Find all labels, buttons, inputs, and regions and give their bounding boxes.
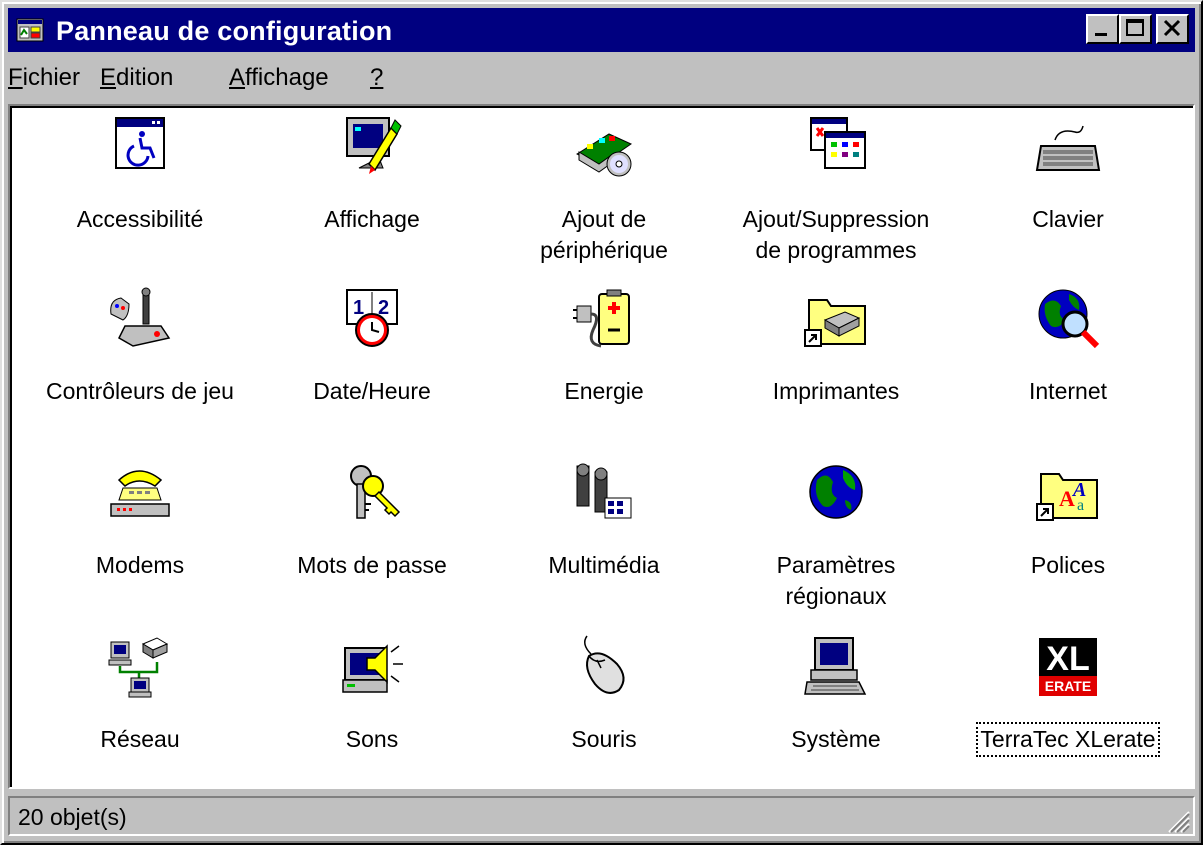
resize-grip-icon[interactable] — [1163, 806, 1191, 834]
network-icon — [108, 637, 169, 698]
item-imprimantes[interactable]: Imprimantes — [726, 286, 946, 407]
minimize-icon — [1095, 33, 1107, 36]
item-modems[interactable]: Modems — [30, 460, 250, 581]
item-sons[interactable]: Sons — [262, 634, 482, 755]
power-icon — [573, 289, 630, 348]
item-label: Souris — [571, 726, 637, 752]
xlerate-logo-bottom: ERATE — [1045, 678, 1091, 694]
display-icon — [346, 117, 402, 174]
item-ajout-suppression[interactable]: Ajout/Suppression de programmes — [726, 114, 946, 266]
xlerate-logo-top: XL — [1046, 640, 1089, 678]
item-systeme[interactable]: Système — [726, 634, 946, 755]
close-icon — [1163, 19, 1181, 37]
svg-text:a: a — [1077, 497, 1084, 514]
window-title: Panneau de configuration — [56, 16, 393, 46]
item-label: Clavier — [1032, 206, 1104, 232]
object-count: 20 objet(s) — [18, 804, 127, 830]
item-label: Affichage — [324, 206, 420, 232]
item-label: Polices — [1030, 552, 1106, 578]
item-controleurs-jeu[interactable]: Contrôleurs de jeu — [30, 286, 250, 407]
multimedia-icon — [576, 463, 632, 519]
item-label: Energie — [564, 378, 644, 404]
item-label: Ajout de périphérique — [540, 206, 668, 263]
item-label: Système — [791, 726, 881, 752]
mouse-icon — [584, 635, 625, 694]
printers-folder-icon — [804, 299, 866, 347]
item-clavier[interactable]: Clavier — [958, 114, 1178, 235]
item-affichage[interactable]: Affichage — [262, 114, 482, 235]
item-label: Réseau — [100, 726, 180, 752]
keys-icon — [350, 465, 401, 519]
icon-view[interactable]: Accessibilité Affichage Ajout de périphé… — [8, 104, 1195, 789]
item-mots-de-passe[interactable]: Mots de passe — [262, 460, 482, 581]
item-energie[interactable]: Energie — [494, 286, 714, 407]
close-button[interactable] — [1156, 14, 1189, 44]
item-accessibilite[interactable]: Accessibilité — [30, 114, 250, 235]
item-date-heure[interactable]: 1 2 Date/Heure — [262, 286, 482, 407]
svg-text:1: 1 — [353, 297, 364, 319]
item-internet[interactable]: Internet — [958, 286, 1178, 407]
status-panel: 20 objet(s) — [8, 796, 1195, 836]
keyboard-icon — [1035, 125, 1101, 171]
item-ajout-peripherique[interactable]: Ajout de périphérique — [494, 114, 714, 266]
item-terratec-xlerate[interactable]: XL ERATE TerraTec XLerate — [958, 634, 1178, 757]
item-parametres-regionaux[interactable]: Paramètres régionaux — [726, 460, 946, 612]
item-label: Sons — [345, 726, 399, 752]
maximize-icon — [1126, 19, 1144, 36]
accessibility-icon — [115, 117, 165, 169]
item-label: Accessibilité — [76, 206, 204, 232]
menu-edition[interactable]: Edition — [100, 64, 173, 92]
fonts-folder-icon: A A a — [1036, 473, 1098, 521]
item-label: Mots de passe — [297, 552, 447, 578]
item-label: Internet — [1029, 378, 1107, 404]
xlerate-icon: XL ERATE — [1039, 638, 1097, 696]
menu-help[interactable]: ? — [370, 64, 383, 92]
item-label: Imprimantes — [772, 378, 900, 404]
modem-icon — [110, 470, 170, 517]
menu-affichage[interactable]: Affichage — [229, 64, 329, 92]
menu-fichier[interactable]: Fichier — [8, 64, 80, 92]
title-bar[interactable]: Panneau de configuration — [8, 8, 1195, 52]
item-reseau[interactable]: Réseau — [30, 634, 250, 755]
add-remove-programs-icon — [810, 117, 866, 169]
date-time-icon: 1 2 — [346, 289, 398, 347]
item-polices[interactable]: A A a Polices — [958, 460, 1178, 581]
item-label: Contrôleurs de jeu — [46, 378, 234, 404]
item-label: Multimédia — [548, 552, 660, 578]
item-multimedia[interactable]: Multimédia — [494, 460, 714, 581]
menu-bar: Fichier Edition Affichage ? — [8, 56, 1195, 100]
item-label: Modems — [95, 552, 185, 578]
item-label-focused: TerraTec XLerate — [976, 722, 1160, 757]
minimize-button[interactable] — [1086, 14, 1119, 44]
add-hardware-icon — [576, 133, 633, 177]
item-label: Paramètres régionaux — [776, 552, 896, 609]
item-label: Date/Heure — [313, 378, 431, 404]
item-label: Ajout/Suppression de programmes — [742, 206, 930, 263]
sounds-icon — [342, 644, 403, 693]
control-panel-icon[interactable] — [16, 16, 44, 44]
control-panel-window: Panneau de configuration Fichier Edition… — [0, 0, 1203, 845]
system-icon — [804, 637, 867, 695]
globe-icon — [809, 465, 863, 519]
internet-icon — [1038, 289, 1100, 349]
game-controller-icon — [110, 287, 171, 347]
item-souris[interactable]: Souris — [494, 634, 714, 755]
maximize-button[interactable] — [1119, 14, 1152, 44]
status-bar: 20 objet(s) — [8, 796, 1195, 838]
